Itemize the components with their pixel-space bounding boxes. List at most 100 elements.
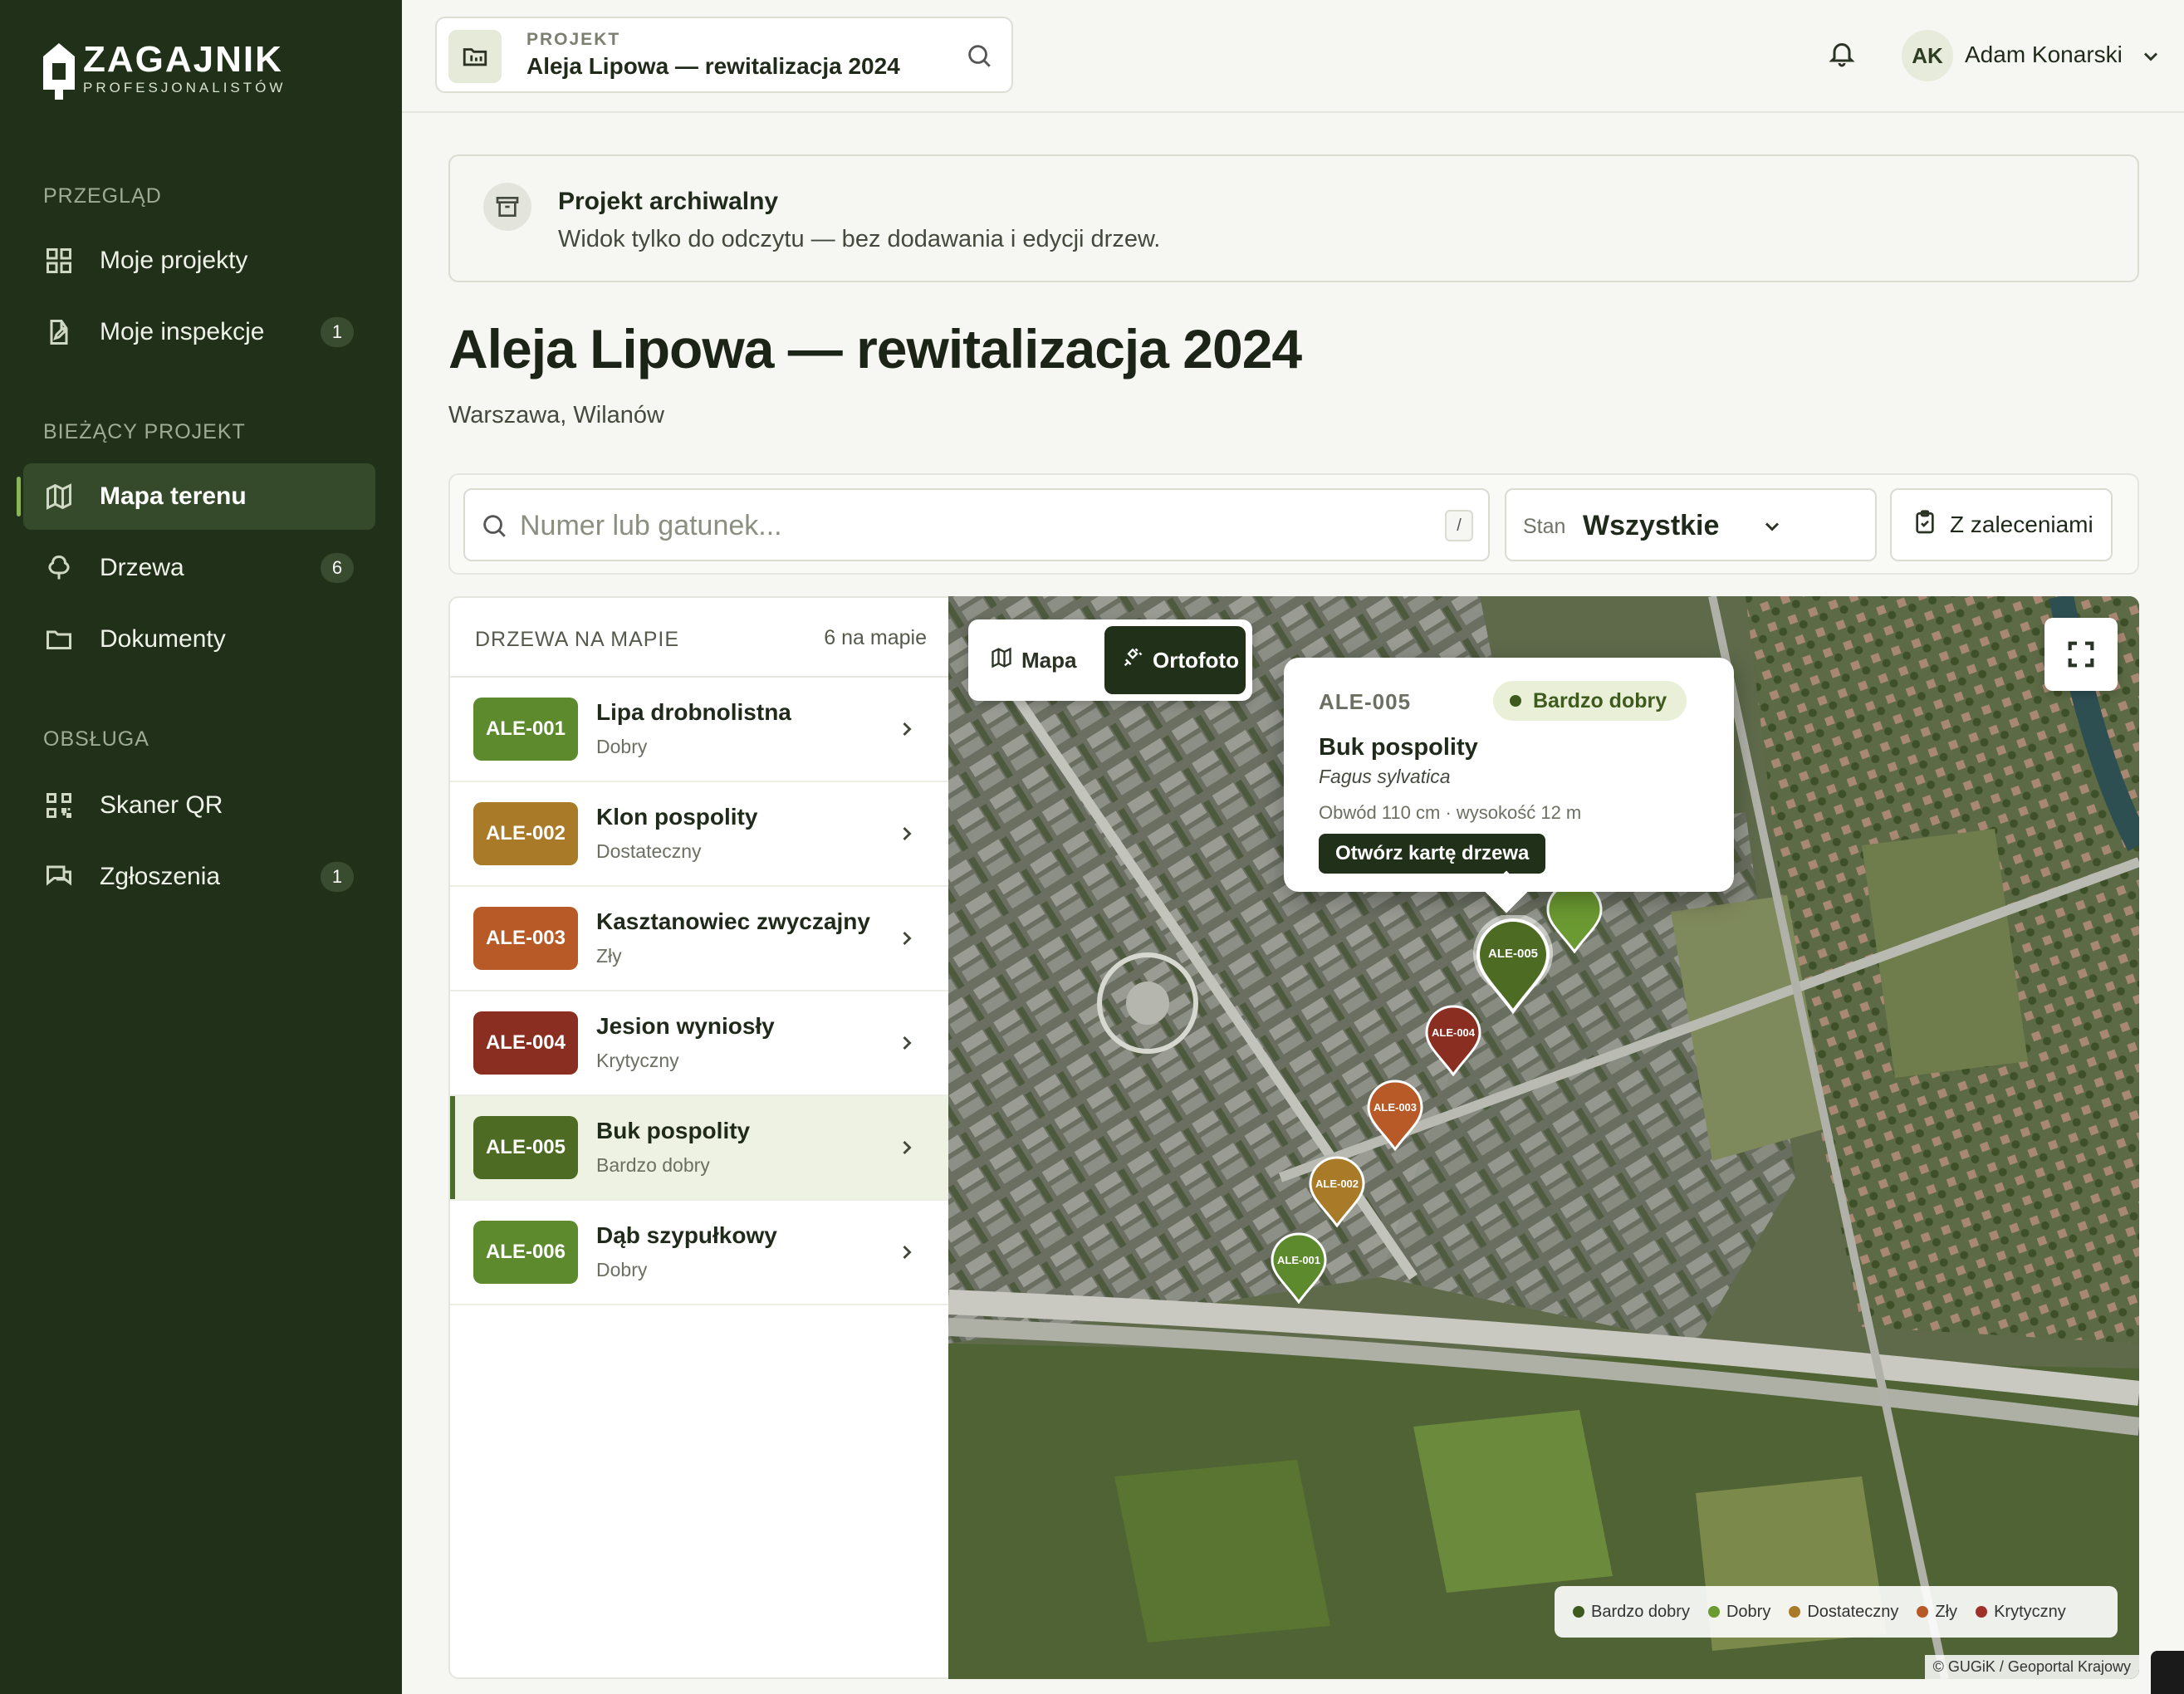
- legend-label: Zły: [1935, 1602, 1958, 1621]
- sidebar-item-documents[interactable]: Dokumenty: [23, 606, 375, 673]
- corner-widget[interactable]: [2151, 1651, 2184, 1694]
- tree-state: Dobry: [596, 736, 648, 757]
- chevron-down-icon[interactable]: [2139, 45, 2162, 72]
- map-pin-ale-003[interactable]: ALE-003: [1365, 1080, 1425, 1152]
- sidebar-item-my-inspections[interactable]: Moje inspekcje 1: [23, 299, 375, 365]
- tree-row[interactable]: ALE-003 Kasztanowiec zwyczajny Zły: [450, 887, 950, 991]
- tree-id-tag: ALE-001: [473, 698, 578, 761]
- chevron-right-icon: [895, 822, 918, 849]
- top-bar: PROJEKT Aleja Lipowa — rewitalizacja 202…: [402, 0, 2184, 113]
- sidebar-item-label: Drzewa: [100, 554, 184, 581]
- map-mode-toggle: Mapa Ortofoto: [968, 619, 1252, 701]
- orthophoto-mode-button[interactable]: Ortofoto: [1104, 626, 1246, 694]
- map-pin-ale-004[interactable]: ALE-004: [1423, 1005, 1483, 1077]
- search-input[interactable]: Numer lub gatunek... /: [463, 488, 1490, 561]
- open-tree-card-button[interactable]: Otwórz kartę drzewa: [1319, 834, 1546, 874]
- tree-state: Krytyczny: [596, 1050, 679, 1071]
- map-attribution: © GUGiK / Geoportal Krajowy: [1924, 1655, 2139, 1679]
- chevron-down-icon: [1760, 515, 1784, 542]
- sidebar-item-label: Dokumenty: [100, 625, 226, 653]
- legend-label: Krytyczny: [1994, 1602, 2066, 1621]
- legend-dot: [1707, 1606, 1720, 1618]
- legend-dot: [1573, 1606, 1584, 1618]
- edit-document-icon: [43, 316, 75, 348]
- legend-label: Bardzo dobry: [1591, 1602, 1690, 1621]
- brand-title: ZAGAJNIK: [83, 39, 283, 80]
- sidebar-item-reports[interactable]: Zgłoszenia 1: [23, 844, 375, 910]
- legend-label: Dobry: [1726, 1602, 1771, 1621]
- project-title: Aleja Lipowa — rewitalizacja 2024: [526, 53, 900, 79]
- project-location: Warszawa, Wilanów: [448, 402, 664, 428]
- chevron-right-icon: [895, 1136, 918, 1163]
- tree-name: Kasztanowiec zwyczajny: [596, 908, 870, 934]
- banner-text: Widok tylko do odczytu — bez dodawania i…: [558, 226, 1161, 252]
- sidebar-item-label: Zgłoszenia: [100, 863, 221, 890]
- tree-state: Dobry: [596, 1259, 648, 1280]
- avatar[interactable]: AK: [1902, 30, 1953, 81]
- tree-name: Lipa drobnolistna: [596, 699, 791, 725]
- recommendations-filter-label: Z zaleceniami: [1950, 512, 2093, 537]
- map-pin-ale-002[interactable]: ALE-002: [1307, 1156, 1367, 1228]
- state-filter-value: Wszystkie: [1583, 510, 1720, 541]
- search-icon: [480, 512, 508, 544]
- state-filter-label: Stan: [1523, 515, 1566, 538]
- tree-row[interactable]: ALE-001 Lipa drobnolistna Dobry: [450, 678, 950, 782]
- chevron-right-icon: [895, 717, 918, 745]
- fullscreen-button[interactable]: [2044, 618, 2118, 691]
- search-placeholder: Numer lub gatunek...: [520, 510, 782, 541]
- folder-icon: [43, 624, 75, 655]
- user-name[interactable]: Adam Konarski: [1965, 42, 2123, 68]
- project-switcher[interactable]: PROJEKT Aleja Lipowa — rewitalizacja 202…: [435, 17, 1013, 93]
- state-filter-select[interactable]: Stan Wszystkie: [1505, 488, 1877, 561]
- satellite-icon: [1121, 646, 1144, 675]
- count-badge: 1: [321, 317, 354, 347]
- map-mode-button[interactable]: Mapa: [980, 631, 1099, 689]
- sidebar-item-my-projects[interactable]: Moje projekty: [23, 228, 375, 294]
- orthophoto-mode-label: Ortofoto: [1153, 647, 1239, 673]
- tree-row[interactable]: ALE-002 Klon pospolity Dostateczny: [450, 782, 950, 887]
- keyboard-shortcut-hint: /: [1445, 510, 1473, 541]
- tree-id-tag: ALE-006: [473, 1221, 578, 1284]
- tree-state: Zły: [596, 945, 622, 967]
- recommendations-filter-button[interactable]: Z zaleceniami: [1890, 488, 2113, 561]
- tree-icon: [43, 552, 75, 584]
- sidebar-item-site-map[interactable]: Mapa terenu: [17, 463, 375, 530]
- sidebar-item-qr-scanner[interactable]: Skaner QR: [23, 772, 375, 839]
- sidebar: ZAGAJNIK PROFESJONALISTÓW PRZEGLĄD Moje …: [0, 0, 402, 1694]
- popup-tree-id: ALE-005: [1319, 689, 1412, 714]
- map-legend: Bardzo dobry Dobry Dostateczny Zły Kryty…: [1555, 1586, 2118, 1638]
- qr-icon: [43, 790, 75, 821]
- bell-icon[interactable]: [1827, 38, 1857, 72]
- map-icon: [990, 646, 1013, 675]
- archive-icon: [483, 183, 531, 231]
- sidebar-item-label: Moje inspekcje: [100, 318, 265, 345]
- search-icon[interactable]: [965, 42, 993, 74]
- tree-row[interactable]: ALE-004 Jesion wyniosły Krytyczny: [450, 991, 950, 1096]
- brand-subtitle: PROFESJONALISTÓW: [83, 80, 286, 95]
- sidebar-item-label: Skaner QR: [100, 791, 223, 819]
- map-pin-label: ALE-002: [1315, 1177, 1359, 1190]
- count-badge: 1: [321, 862, 354, 892]
- chevron-right-icon: [895, 1241, 918, 1268]
- map-pin-ale-001[interactable]: ALE-001: [1269, 1232, 1329, 1305]
- grid-icon: [43, 245, 75, 277]
- sidebar-item-label: Moje projekty: [100, 247, 248, 274]
- brand-logo[interactable]: ZAGAJNIK PROFESJONALISTÓW: [42, 42, 286, 101]
- map-pin-label: ALE-001: [1276, 1254, 1321, 1266]
- map-pin-ale-005-selected[interactable]: ALE-005: [1472, 913, 1555, 1015]
- nav-section-support: OBSŁUGA: [43, 727, 149, 751]
- status-badge: Bardzo dobry: [1493, 681, 1687, 721]
- sidebar-item-trees[interactable]: Drzewa 6: [23, 535, 375, 601]
- tree-name: Dąb szypułkowy: [596, 1222, 777, 1248]
- legend-item: Dobry: [1707, 1602, 1771, 1622]
- archive-banner: Projekt archiwalny Widok tylko do odczyt…: [448, 154, 2139, 282]
- map-mode-label: Mapa: [1021, 647, 1077, 673]
- tree-name: Buk pospolity: [596, 1118, 751, 1143]
- legend-item: Krytyczny: [1976, 1603, 2066, 1622]
- nav-section-overview: PRZEGLĄD: [43, 184, 162, 208]
- map-view[interactable]: Mapa Ortofoto ALE-001 ALE-002 ALE-003 AL…: [948, 596, 2139, 1679]
- tree-row-selected[interactable]: ALE-005 Buk pospolity Bardzo dobry: [450, 1096, 950, 1201]
- popup-tree-latin-name: Fagus sylvatica: [1319, 766, 1451, 787]
- legend-item: Bardzo dobry: [1573, 1603, 1690, 1622]
- tree-row[interactable]: ALE-006 Dąb szypułkowy Dobry: [450, 1201, 950, 1305]
